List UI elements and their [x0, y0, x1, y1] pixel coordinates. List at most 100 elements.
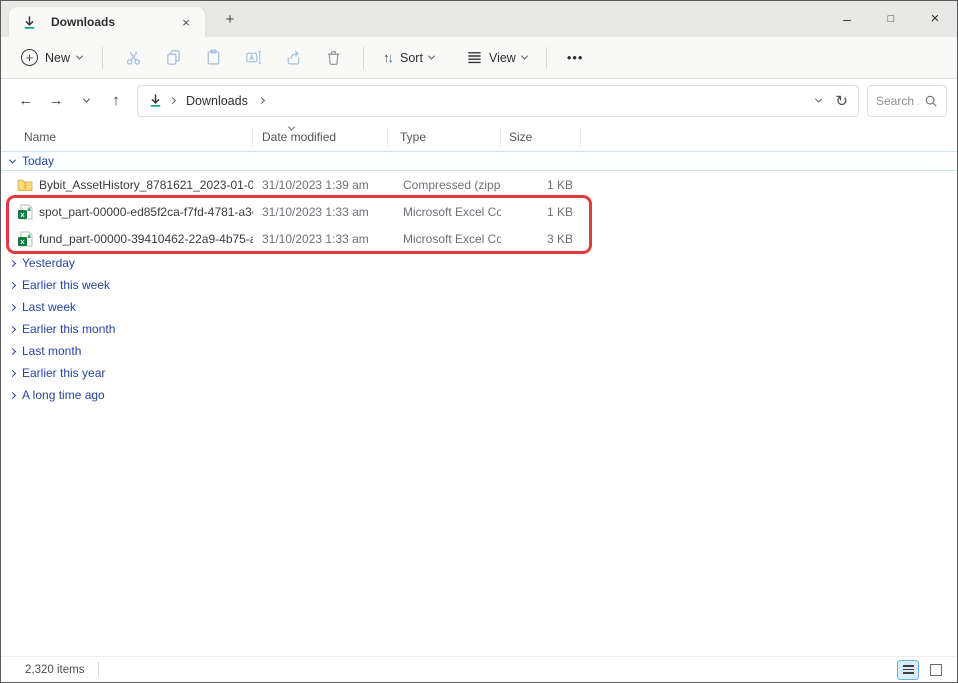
window-controls: – □ ×	[825, 1, 957, 36]
status-divider	[98, 662, 99, 677]
group-header-earlier-this-week[interactable]: Earlier this week	[1, 274, 957, 296]
chevron-right-icon	[9, 325, 16, 332]
recent-locations-button[interactable]	[71, 86, 101, 116]
copy-button[interactable]	[153, 41, 193, 75]
group-header-yesterday[interactable]: Yesterday	[1, 252, 957, 274]
file-type: Microsoft Excel Com...	[391, 232, 501, 246]
group-header-today[interactable]: Today	[1, 151, 957, 171]
sort-button[interactable]: ↑↓ Sort	[374, 42, 443, 74]
zip-folder-icon	[17, 177, 33, 193]
maximize-button[interactable]: □	[869, 1, 913, 36]
file-row-spot-csv[interactable]: ax spot_part-00000-ed85f2ca-f7fd-4781-a3…	[1, 198, 957, 225]
share-button[interactable]	[273, 41, 313, 75]
forward-button[interactable]: →	[41, 86, 71, 116]
toolbar-divider	[363, 47, 364, 69]
downloads-icon	[148, 93, 163, 108]
trash-icon	[324, 48, 343, 67]
paste-button[interactable]	[193, 41, 233, 75]
view-lines-icon	[466, 49, 483, 66]
chevron-right-icon	[9, 281, 16, 288]
details-view-button[interactable]	[897, 660, 919, 680]
search-box[interactable]	[867, 85, 947, 117]
new-button[interactable]: + New	[11, 42, 92, 74]
downloads-icon	[22, 15, 37, 30]
new-button-label: New	[45, 51, 70, 65]
chevron-right-icon	[9, 303, 16, 310]
toolbar-divider	[102, 47, 103, 69]
file-date: 31/10/2023 1:33 am	[253, 232, 391, 246]
view-button[interactable]: View	[457, 42, 536, 74]
sort-arrows-icon: ↑↓	[383, 50, 392, 65]
address-bar[interactable]: Downloads ↻	[137, 85, 859, 117]
group-label: Earlier this week	[22, 278, 110, 292]
file-row-bybit-zip[interactable]: Bybit_AssetHistory_8781621_2023-01-01_20…	[1, 171, 957, 198]
breadcrumb-chevron-icon	[258, 97, 265, 104]
tab-strip: Downloads × + – □ ×	[1, 1, 957, 37]
excel-csv-icon: ax	[17, 231, 33, 247]
clipboard-icon	[204, 48, 223, 67]
file-row-fund-csv[interactable]: ax fund_part-00000-39410462-22a9-4b75-af…	[1, 225, 957, 252]
close-button[interactable]: ×	[913, 1, 957, 36]
delete-button[interactable]	[313, 41, 353, 75]
items-count: 2,320 items	[25, 664, 84, 676]
rename-button[interactable]	[233, 41, 273, 75]
status-bar: 2,320 items	[1, 656, 957, 682]
column-headers: Name Date modified Type Size	[1, 122, 957, 151]
minimize-button[interactable]: –	[825, 1, 869, 36]
group-header-last-week[interactable]: Last week	[1, 296, 957, 318]
file-type: Compressed (zipped)...	[391, 178, 501, 192]
file-name: spot_part-00000-ed85f2ca-f7fd-4781-a3e6-…	[39, 205, 253, 219]
file-size: 1 KB	[501, 178, 573, 192]
back-button[interactable]: ←	[11, 86, 41, 116]
chevron-right-icon	[9, 347, 16, 354]
column-header-name[interactable]: Name	[17, 127, 253, 147]
sort-button-label: Sort	[400, 51, 423, 65]
group-label: A long time ago	[22, 388, 105, 402]
chevron-right-icon	[9, 369, 16, 376]
group-label: Yesterday	[22, 256, 75, 270]
group-header-a-long-time-ago[interactable]: A long time ago	[1, 384, 957, 406]
rename-icon	[244, 48, 263, 67]
new-tab-button[interactable]: +	[217, 6, 243, 32]
large-icons-view-button[interactable]	[925, 660, 947, 680]
file-explorer-window: Downloads × + – □ × + New	[0, 0, 958, 683]
tab-downloads[interactable]: Downloads ×	[9, 7, 205, 37]
group-header-earlier-this-year[interactable]: Earlier this year	[1, 362, 957, 384]
chevron-down-icon	[9, 156, 16, 163]
group-label: Last month	[22, 344, 81, 358]
file-date: 31/10/2023 1:39 am	[253, 178, 391, 192]
share-icon	[284, 48, 303, 67]
group-header-earlier-this-month[interactable]: Earlier this month	[1, 318, 957, 340]
refresh-icon[interactable]: ↻	[835, 92, 848, 110]
excel-csv-icon: ax	[17, 204, 33, 220]
chevron-down-icon	[76, 53, 83, 60]
cut-button[interactable]	[113, 41, 153, 75]
file-size: 1 KB	[501, 205, 573, 219]
column-header-date-modified[interactable]: Date modified	[253, 127, 388, 147]
navigation-bar: ← → ↑ Downloads ↻	[1, 79, 957, 122]
group-header-last-month[interactable]: Last month	[1, 340, 957, 362]
search-input[interactable]	[876, 94, 919, 108]
breadcrumb-chevron-icon	[169, 97, 176, 104]
breadcrumb-downloads[interactable]: Downloads	[182, 92, 252, 110]
chevron-down-icon	[428, 53, 435, 60]
file-name: Bybit_AssetHistory_8781621_2023-01-01_20…	[39, 178, 253, 192]
tab-close-icon[interactable]: ×	[177, 13, 195, 31]
address-dropdown-icon[interactable]	[815, 96, 822, 103]
group-label: Earlier this year	[22, 366, 105, 380]
tab-title: Downloads	[51, 15, 169, 29]
column-header-size[interactable]: Size	[501, 127, 581, 147]
file-type: Microsoft Excel Com...	[391, 205, 501, 219]
file-name: fund_part-00000-39410462-22a9-4b75-afb1-…	[39, 232, 253, 246]
up-button[interactable]: ↑	[101, 86, 131, 116]
group-label: Today	[22, 154, 54, 168]
search-icon	[924, 94, 938, 108]
see-more-button[interactable]: •••	[557, 50, 594, 65]
chevron-right-icon	[9, 259, 16, 266]
column-header-type[interactable]: Type	[388, 127, 501, 147]
scissors-icon	[124, 48, 143, 67]
large-icons-view-icon	[930, 664, 942, 676]
view-button-label: View	[489, 51, 516, 65]
chevron-right-icon	[9, 391, 16, 398]
sort-direction-icon	[289, 120, 294, 134]
